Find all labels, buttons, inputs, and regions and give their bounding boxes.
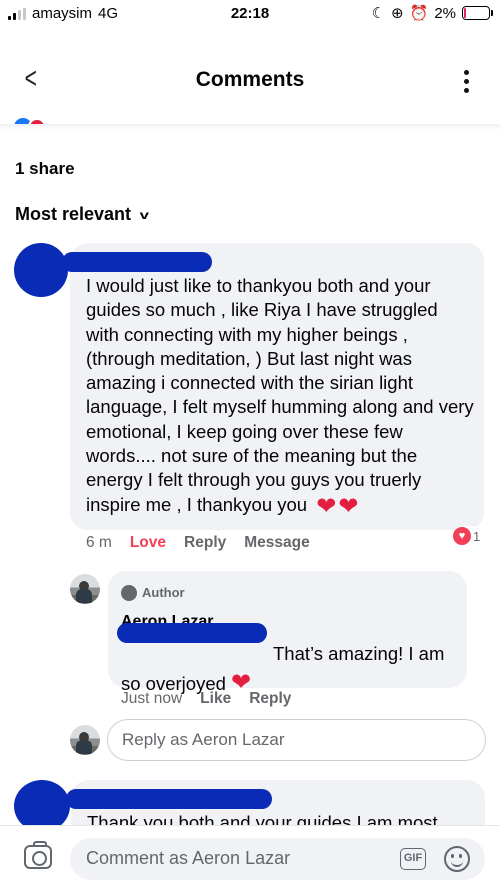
battery-icon — [462, 6, 493, 20]
comment-text: I would just like to thankyou both and y… — [86, 275, 474, 515]
author-badge: Author — [121, 581, 455, 605]
share-count[interactable]: 1 share — [15, 159, 75, 179]
page-title: Comments — [195, 68, 305, 91]
comment-time: 6 m — [86, 534, 112, 551]
like-button[interactable]: Like — [200, 690, 231, 708]
more-vertical-icon[interactable] — [464, 70, 470, 93]
heart-emoji: ❤ ❤ — [316, 492, 359, 520]
reply-text-line1: That’s amazing! I am — [273, 642, 445, 664]
comment-actions: 6 m Love Reply Message — [86, 534, 310, 552]
lock-rotation-icon: ⊕ — [391, 5, 404, 22]
header-divider — [0, 124, 500, 130]
chevron-down-icon: v — [139, 207, 150, 222]
reply-time: Just now — [121, 690, 183, 707]
moon-icon: ☾ — [371, 5, 386, 22]
avatar[interactable] — [14, 243, 68, 297]
reply-input[interactable]: Reply as Aeron Lazar — [107, 719, 486, 761]
gif-button[interactable]: GIF — [400, 848, 426, 870]
sort-dropdown[interactable]: Most relevant v — [15, 204, 150, 225]
alarm-icon: ⏰ — [409, 5, 429, 22]
header: < Comments — [0, 54, 500, 108]
love-reaction-icon: ♥ — [453, 527, 471, 545]
status-bar: amaysim 4G 22:18 ☾ ⊕ ⏰ 2% — [0, 0, 500, 28]
author-icon — [121, 585, 137, 602]
redacted-name — [62, 252, 212, 272]
camera-icon[interactable] — [24, 841, 52, 869]
reply-button[interactable]: Reply — [249, 690, 291, 708]
message-button[interactable]: Message — [244, 534, 309, 552]
comment-bubble: I would just like to thankyou both and y… — [70, 243, 484, 530]
author-badge-label: Author — [142, 585, 185, 600]
avatar — [70, 725, 100, 755]
reaction-count: 1 — [473, 528, 481, 544]
reply-button[interactable]: Reply — [184, 534, 226, 552]
sort-label: Most relevant — [15, 204, 132, 224]
comment-composer: Comment as Aeron Lazar GIF — [0, 825, 500, 888]
battery-percent: 2% — [434, 4, 456, 22]
avatar[interactable] — [70, 574, 100, 604]
emoji-icon[interactable] — [444, 846, 470, 872]
reply-actions: Just now Like Reply — [121, 690, 291, 708]
redacted-name — [66, 789, 272, 809]
redacted-mention — [117, 623, 267, 643]
love-button[interactable]: Love — [130, 534, 166, 552]
reaction-count-badge[interactable]: ♥ 1 — [452, 526, 484, 546]
